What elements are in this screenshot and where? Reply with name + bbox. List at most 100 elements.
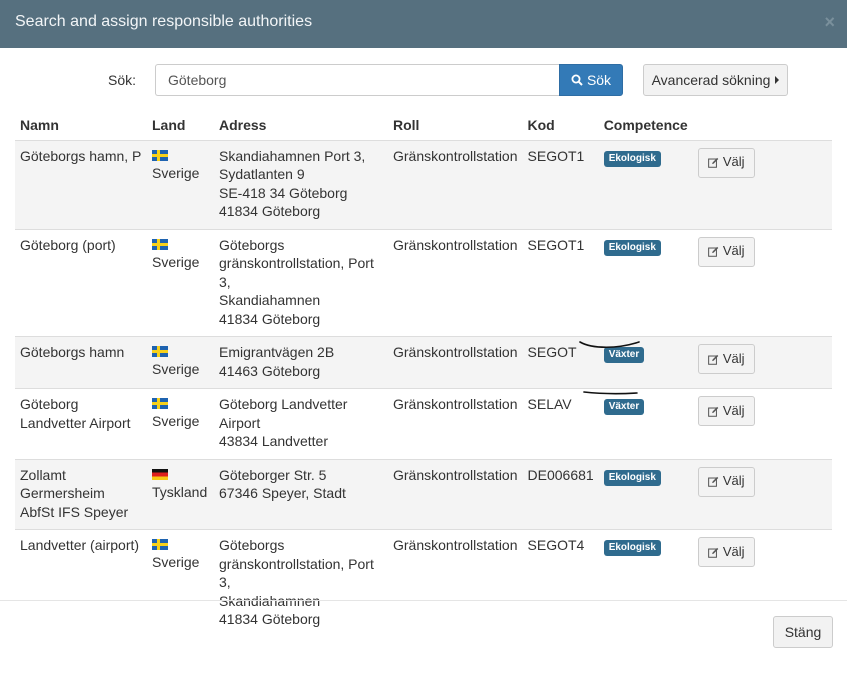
select-button[interactable]: Välj: [697, 537, 755, 567]
close-icon[interactable]: ×: [824, 12, 835, 32]
select-button[interactable]: Välj: [697, 236, 755, 267]
name-line: Göteborg: [20, 396, 79, 412]
select-button-label: Välj: [722, 243, 745, 259]
handwritten-underline-mark: [579, 341, 640, 349]
cell-name: Göteborg (port): [15, 228, 147, 337]
cell-action: Välj: [692, 336, 832, 389]
cell-name: Göteborg Landvetter Airport: [15, 388, 147, 459]
edit-icon: [708, 246, 719, 257]
search-authorities-dialog: Search and assign responsible authoritie…: [0, 0, 847, 678]
adress-line: Göteborg Landvetter Airport: [219, 396, 348, 431]
header-competence: Competence: [603, 117, 688, 133]
adress-line: Skandiahamnen Port 3,: [219, 147, 366, 164]
edit-icon: [708, 476, 719, 487]
adress-line: 41463 Göteborg: [219, 362, 321, 379]
cell-adress: Göteborg Landvetter Airport 43834 Landvet…: [214, 388, 388, 459]
cell-adress: Göteborgs gränskontrollstation, Port 3, Sk…: [214, 228, 388, 337]
sweden-flag-icon: [152, 149, 168, 161]
land-label: Sverige: [152, 361, 200, 377]
cell-kod: SEGOT4: [522, 529, 599, 637]
dialog-title: Search and assign responsible authoritie…: [15, 13, 313, 30]
competence-badge: Växter: [603, 399, 645, 415]
cell-roll: Gränskontrollstation: [388, 336, 523, 389]
search-input[interactable]: [155, 64, 560, 96]
adress-line: Göteborger Str. 5: [219, 466, 327, 483]
select-button[interactable]: Välj: [697, 147, 755, 178]
cell-competence: Växter: [598, 388, 693, 459]
name-line: Zollamt: [20, 466, 66, 483]
name-line: Göteborgs hamn: [20, 344, 125, 360]
select-button-label: Välj: [722, 473, 745, 489]
cell-name: Zollamt Germersheim AbfSt IFS Speyer: [15, 458, 147, 530]
cell-roll: Gränskontrollstation: [388, 228, 523, 337]
name-line: Landvetter Airport: [20, 414, 131, 431]
adress-line: Emigrantvägen 2B: [219, 344, 335, 360]
cell-land: Tyskland: [147, 458, 214, 530]
sweden-flag-icon: [152, 398, 168, 409]
select-button[interactable]: Välj: [697, 396, 755, 426]
cell-name: Göteborgs hamn, P: [15, 139, 147, 229]
edit-icon: [708, 354, 719, 365]
cell-adress: Emigrantvägen 2B 41463 Göteborg: [214, 336, 388, 389]
results-table: Namn Land Adress Roll Kod Competence Göt…: [15, 111, 832, 637]
cell-name: Landvetter (airport): [15, 529, 147, 637]
header-land: Land: [152, 117, 186, 133]
table-row: Göteborgs hamn Sverige Emigrantvägen 2B 414…: [15, 336, 832, 389]
cell-kod: SELAV: [522, 388, 599, 459]
select-button-label: Välj: [722, 350, 745, 366]
table-header-row: Namn Land Adress Roll Kod Competence: [15, 111, 832, 140]
advanced-search-button[interactable]: Avancerad sökning: [643, 64, 788, 96]
select-button-label: Välj: [722, 154, 745, 170]
caret-right-icon: [775, 76, 780, 84]
search-button[interactable]: Sök: [559, 64, 623, 96]
table-row: Göteborg (port) Sverige Göteborgs gränskont…: [15, 228, 832, 337]
select-button-label: Välj: [722, 402, 745, 418]
cell-roll: Gränskontrollstation: [388, 529, 523, 637]
cell-adress: Göteborger Str. 5 67346 Speyer, Stadt: [214, 458, 388, 530]
adress-line: gränskontrollstation, Port 3,: [219, 255, 374, 290]
adress-line: 41834 Göteborg: [219, 611, 321, 627]
adress-line: SE-418 34 Göteborg: [219, 184, 348, 201]
germany-flag-icon: [152, 468, 168, 480]
name-line: AbfSt IFS Speyer: [20, 503, 129, 520]
adress-line: gränskontrollstation, Port 3,: [219, 555, 374, 591]
land-label: Sverige: [152, 164, 200, 181]
select-button-label: Välj: [722, 543, 745, 559]
cell-land: Sverige: [147, 388, 214, 459]
handwritten-underline-mark: [583, 391, 638, 395]
table-row: Göteborgs hamn, P Sverige Skandiahamnen Po…: [15, 139, 832, 229]
edit-icon: [708, 547, 719, 558]
table-row: Zollamt Germersheim AbfSt IFS Speyer Tyskla…: [15, 458, 832, 530]
cell-action: Välj: [692, 228, 832, 337]
adress-line: 41834 Göteborg: [219, 203, 321, 219]
land-label: Tyskland: [152, 483, 208, 500]
select-button[interactable]: Välj: [697, 344, 755, 374]
header-kod: Kod: [527, 117, 555, 133]
land-label: Sverige: [152, 253, 200, 270]
header-adress: Adress: [219, 117, 267, 133]
name-line: Landvetter (airport): [20, 537, 140, 553]
search-icon: [571, 74, 583, 86]
cell-adress: Skandiahamnen Port 3, Sydatlanten 9 SE-418…: [214, 139, 388, 229]
cell-roll: Gränskontrollstation: [388, 388, 523, 459]
cell-action: Välj: [692, 388, 832, 459]
adress-line: Göteborgs: [219, 236, 285, 253]
close-button[interactable]: Stäng: [773, 616, 833, 648]
competence-badge: Ekologisk: [603, 469, 661, 486]
results-body: Göteborgs hamn, P Sverige Skandiahamnen Po…: [15, 139, 832, 637]
adress-line: Göteborgs: [219, 537, 285, 553]
search-label: Sök:: [108, 72, 137, 88]
cell-kod: SEGOT1: [522, 139, 599, 229]
adress-line: 67346 Speyer, Stadt: [219, 485, 346, 501]
cell-kod: SEGOT1: [522, 228, 599, 337]
advanced-search-label: Avancerad sökning: [651, 72, 771, 88]
cell-land: Sverige: [147, 139, 214, 229]
adress-line: 43834 Landvetter: [219, 433, 328, 449]
sweden-flag-icon: [152, 346, 168, 357]
select-button[interactable]: Välj: [697, 466, 755, 497]
land-label: Sverige: [152, 413, 200, 429]
sweden-flag-icon: [152, 238, 168, 250]
table-row: Landvetter (airport) Sverige Göteborgs grän…: [15, 529, 832, 637]
competence-badge: Ekologisk: [603, 150, 661, 167]
header-name: Namn: [20, 117, 59, 133]
